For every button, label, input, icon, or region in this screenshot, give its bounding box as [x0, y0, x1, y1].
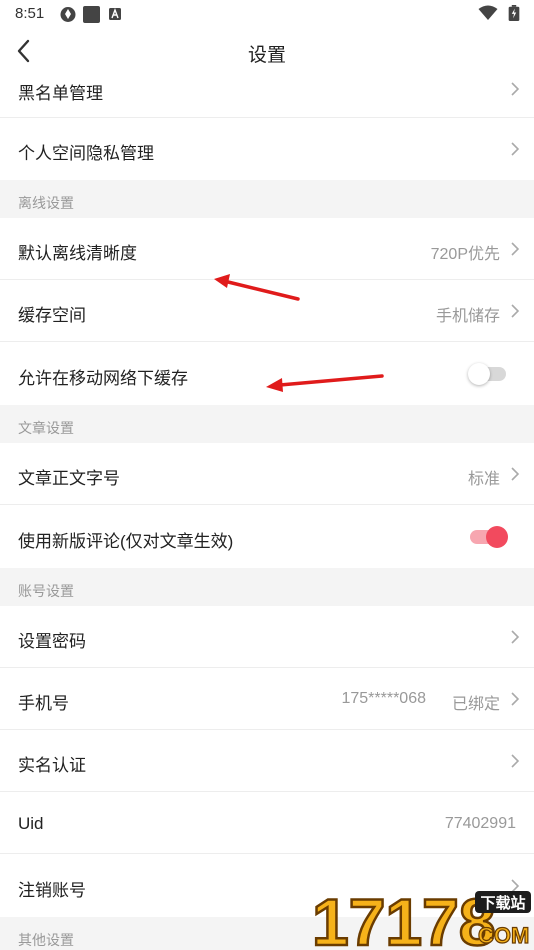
chevron-right-icon — [511, 142, 520, 156]
watermark-text: 17178 — [312, 885, 496, 950]
font-size-label: 文章正文字号 — [18, 469, 120, 488]
header-bar: 设置 — [0, 28, 534, 73]
app-a-icon — [109, 8, 121, 20]
battery-icon — [508, 5, 520, 21]
wifi-icon — [478, 5, 498, 20]
status-bar: 8:51 — [0, 0, 534, 28]
delete-account-label: 注销账号 — [18, 881, 86, 900]
toggle-knob — [486, 526, 508, 548]
blacklist-label: 黑名单管理 — [18, 84, 103, 103]
toggle-knob — [468, 363, 490, 385]
section-offline: 离线设置 — [0, 180, 534, 218]
section-offline-title: 离线设置 — [18, 195, 74, 211]
app-square-icon — [83, 6, 100, 23]
status-time: 8:51 — [15, 5, 45, 22]
uid-row: Uid 77402991 — [0, 792, 534, 854]
privacy-row[interactable]: 个人空间隐私管理 — [0, 118, 534, 180]
offline-quality-label: 默认离线清晰度 — [18, 244, 137, 263]
watermark-badge: 下载站 — [480, 894, 525, 912]
new-comment-row: 使用新版评论(仅对文章生效) — [0, 505, 534, 568]
section-account-title: 账号设置 — [18, 583, 74, 599]
offline-quality-value: 720P优先 — [430, 246, 500, 263]
cache-space-row[interactable]: 缓存空间 手机储存 — [0, 280, 534, 342]
blacklist-row[interactable]: 黑名单管理 — [0, 73, 534, 118]
cache-space-value: 手机储存 — [435, 308, 500, 325]
mobile-cache-row: 允许在移动网络下缓存 — [0, 342, 534, 405]
watermark-logo-icon: 17178 下载站 COM — [311, 885, 531, 950]
page-title: 设置 — [247, 45, 286, 66]
font-size-value: 标准 — [467, 471, 500, 488]
real-name-row[interactable]: 实名认证 — [0, 730, 534, 792]
uid-value: 77402991 — [444, 815, 516, 832]
chevron-right-icon — [511, 467, 520, 481]
mobile-cache-toggle[interactable] — [468, 363, 506, 385]
chevron-right-icon — [511, 242, 520, 256]
phone-label: 手机号 — [18, 694, 69, 713]
cache-space-label: 缓存空间 — [18, 306, 86, 325]
new-comment-label: 使用新版评论(仅对文章生效) — [18, 532, 234, 551]
chevron-right-icon — [511, 304, 520, 318]
uid-label: Uid — [18, 814, 44, 833]
real-name-label: 实名认证 — [18, 756, 86, 775]
set-password-label: 设置密码 — [18, 632, 86, 651]
section-account: 账号设置 — [0, 568, 534, 606]
chevron-right-icon — [511, 692, 520, 706]
phone-number: 175*****068 — [341, 690, 426, 707]
section-article: 文章设置 — [0, 405, 534, 443]
section-other-title: 其他设置 — [18, 932, 74, 948]
offline-quality-row[interactable]: 默认离线清晰度 720P优先 — [0, 218, 534, 280]
mobile-cache-label: 允许在移动网络下缓存 — [18, 369, 188, 388]
phone-bound-status: 已绑定 — [451, 696, 500, 713]
section-article-title: 文章设置 — [18, 420, 74, 436]
app-notification-icon — [60, 7, 76, 22]
font-size-row[interactable]: 文章正文字号 标准 — [0, 443, 534, 505]
new-comment-toggle[interactable] — [470, 526, 508, 548]
privacy-label: 个人空间隐私管理 — [18, 144, 154, 163]
chevron-right-icon — [511, 82, 520, 96]
phone-row[interactable]: 手机号 175*****068 已绑定 — [0, 668, 534, 730]
set-password-row[interactable]: 设置密码 — [0, 606, 534, 668]
chevron-right-icon — [511, 630, 520, 644]
watermark-domain: COM — [478, 923, 529, 948]
chevron-right-icon — [511, 754, 520, 768]
